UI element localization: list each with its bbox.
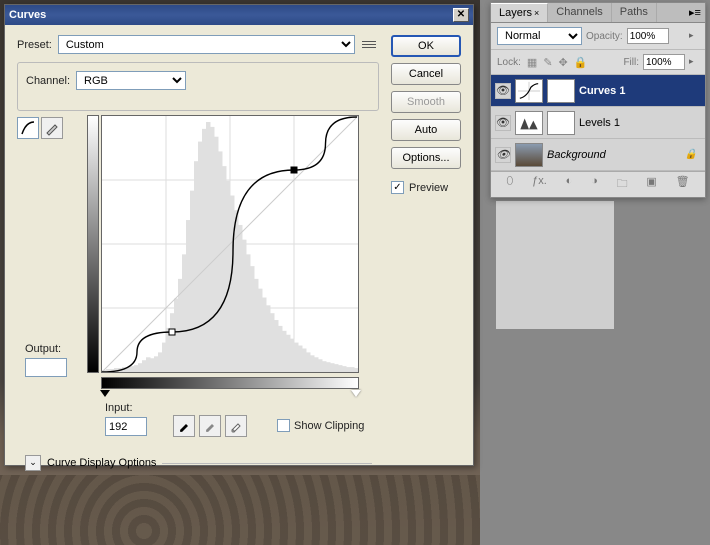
visibility-toggle[interactable]: 👁 [495,115,511,131]
options-button[interactable]: Options... [391,147,461,169]
opacity-field[interactable] [627,28,669,44]
preview-label: Preview [409,182,448,194]
panel-menu-icon[interactable]: ▸≡ [689,6,703,18]
white-eyedropper-icon[interactable] [225,415,247,437]
display-options-toggle[interactable]: ⌄ [25,455,41,471]
layer-thumb-icon [515,111,543,135]
adjustment-icon[interactable]: ◑ [591,175,598,194]
dialog-title: Curves [9,9,46,21]
layer-item-levels[interactable]: 👁 Levels 1 [491,107,705,139]
input-gradient [101,377,359,389]
smooth-button[interactable]: Smooth [391,91,461,113]
black-point-slider[interactable] [100,390,110,397]
output-label: Output: [25,343,61,355]
input-field[interactable] [105,417,147,436]
show-clipping-checkbox[interactable] [277,419,290,432]
lock-position-icon[interactable]: ✥ [559,56,568,69]
tab-layers[interactable]: Layers× [491,3,548,22]
layer-item-curves[interactable]: 👁 Curves 1 [491,75,705,107]
lock-transparency-icon[interactable]: ▦ [527,56,537,69]
layers-panel: Layers× Channels Paths ▸≡ Normal Opacity… [490,2,706,198]
output-gradient [87,115,99,373]
group-icon[interactable]: 🗀 [617,175,628,194]
curves-dialog: Curves ✕ Preset: Custom Channel: RGB [4,4,474,466]
fill-label: Fill: [623,57,639,68]
channel-label: Channel: [26,75,70,87]
layer-thumb-icon [515,79,543,103]
pencil-tool-icon[interactable] [41,117,63,139]
display-options-label: Curve Display Options [47,457,156,469]
layer-thumb-icon [515,143,543,167]
layer-mask-icon [547,79,575,103]
auto-button[interactable]: Auto [391,119,461,141]
visibility-toggle[interactable]: 👁 [495,83,511,99]
output-field[interactable] [25,358,67,377]
layer-name: Levels 1 [579,117,701,129]
white-point-slider[interactable] [351,390,361,397]
trash-icon[interactable]: 🗑 [676,175,690,194]
visibility-toggle[interactable]: 👁 [495,147,511,163]
preset-label: Preset: [17,39,52,51]
link-layers-icon[interactable]: ⬯ [506,175,513,194]
mask-icon[interactable]: ◐ [566,175,573,194]
lock-label: Lock: [497,57,521,68]
dialog-titlebar: Curves ✕ [5,5,473,25]
lock-pixels-icon[interactable]: ✎ [543,56,552,69]
ok-button[interactable]: OK [391,35,461,57]
layer-name: Background [547,149,681,161]
close-button[interactable]: ✕ [453,8,469,22]
layer-name: Curves 1 [579,85,701,97]
curve-tool-icon[interactable] [17,117,39,139]
fill-slider-icon[interactable]: ▸ [689,56,699,68]
preview-checkbox[interactable]: ✓ [391,181,404,194]
tab-paths[interactable]: Paths [612,3,657,22]
curve-graph[interactable] [101,115,359,373]
lock-icon: 🔒 [685,149,697,160]
channel-select[interactable]: RGB [76,71,186,90]
show-clipping-label: Show Clipping [294,420,364,432]
opacity-label: Opacity: [586,31,623,42]
blend-mode-select[interactable]: Normal [497,27,582,45]
black-eyedropper-icon[interactable] [173,415,195,437]
opacity-slider-icon[interactable]: ▸ [689,30,699,42]
new-layer-icon[interactable]: ▣ [646,175,656,194]
fx-icon[interactable]: ƒx. [532,175,547,194]
preset-select[interactable]: Custom [58,35,355,54]
layer-mask-icon [547,111,575,135]
layer-item-background[interactable]: 👁 Background 🔒 [491,139,705,171]
gray-eyedropper-icon[interactable] [199,415,221,437]
fill-field[interactable] [643,54,685,70]
lock-all-icon[interactable]: 🔒 [574,56,588,69]
tab-channels[interactable]: Channels [548,3,611,22]
preset-menu-icon[interactable] [361,37,377,53]
cancel-button[interactable]: Cancel [391,63,461,85]
input-label: Input: [105,402,133,414]
